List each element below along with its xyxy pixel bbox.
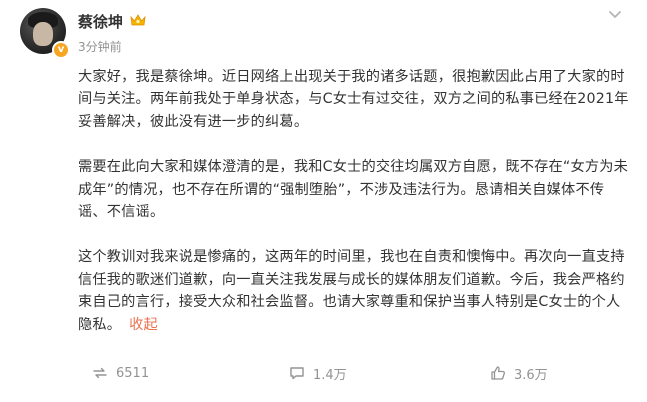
post-content: 大家好，我是蔡徐坤。近日网络上出现关于我的诸多话题，很抱歉因此占用了大家的时间与… xyxy=(78,66,630,359)
post-paragraph: 大家好，我是蔡徐坤。近日网络上出现关于我的诸多话题，很抱歉因此占用了大家的时间与… xyxy=(78,69,629,130)
post-paragraph-last: 这个教训对我来说是惨痛的，这两年的时间里，我也在自责和懊悔中。再次向一直支持信任… xyxy=(78,246,630,336)
like-button[interactable]: 3.6万 xyxy=(490,360,548,386)
author-name[interactable]: 蔡徐坤 xyxy=(78,11,123,32)
comment-button[interactable]: 1.4万 xyxy=(289,360,347,386)
comment-icon xyxy=(290,367,304,380)
verified-v-icon: v xyxy=(52,41,70,59)
repost-count: 6511 xyxy=(116,365,150,381)
avatar-face xyxy=(33,22,53,46)
action-bar: 6511 1.4万 3.6万 xyxy=(0,360,647,386)
post-paragraph: 需要在此向大家和媒体澄清的是，我和C女士的交往均属双方自愿，既不存在“女方为未成… xyxy=(78,159,628,221)
comment-count: 1.4万 xyxy=(313,367,347,383)
weibo-post-card: v 蔡徐坤 3分钟前 大家好，我是蔡徐坤。近日网络上出现关于我的诸多话题，很抱歉… xyxy=(0,0,647,402)
like-count: 3.6万 xyxy=(514,367,548,383)
collapse-link[interactable]: 收起 xyxy=(129,317,158,333)
repost-button[interactable]: 6511 xyxy=(92,360,149,386)
chevron-down-icon[interactable] xyxy=(607,6,623,22)
repost-icon xyxy=(93,367,107,379)
thumbs-up-icon xyxy=(491,366,506,380)
post-timestamp[interactable]: 3分钟前 xyxy=(78,38,122,55)
crown-icon[interactable] xyxy=(129,13,147,27)
post-paragraph-text: 这个教训对我来说是惨痛的，这两年的时间里，我也在自责和懊悔中。再次向一直支持信任… xyxy=(78,249,625,333)
